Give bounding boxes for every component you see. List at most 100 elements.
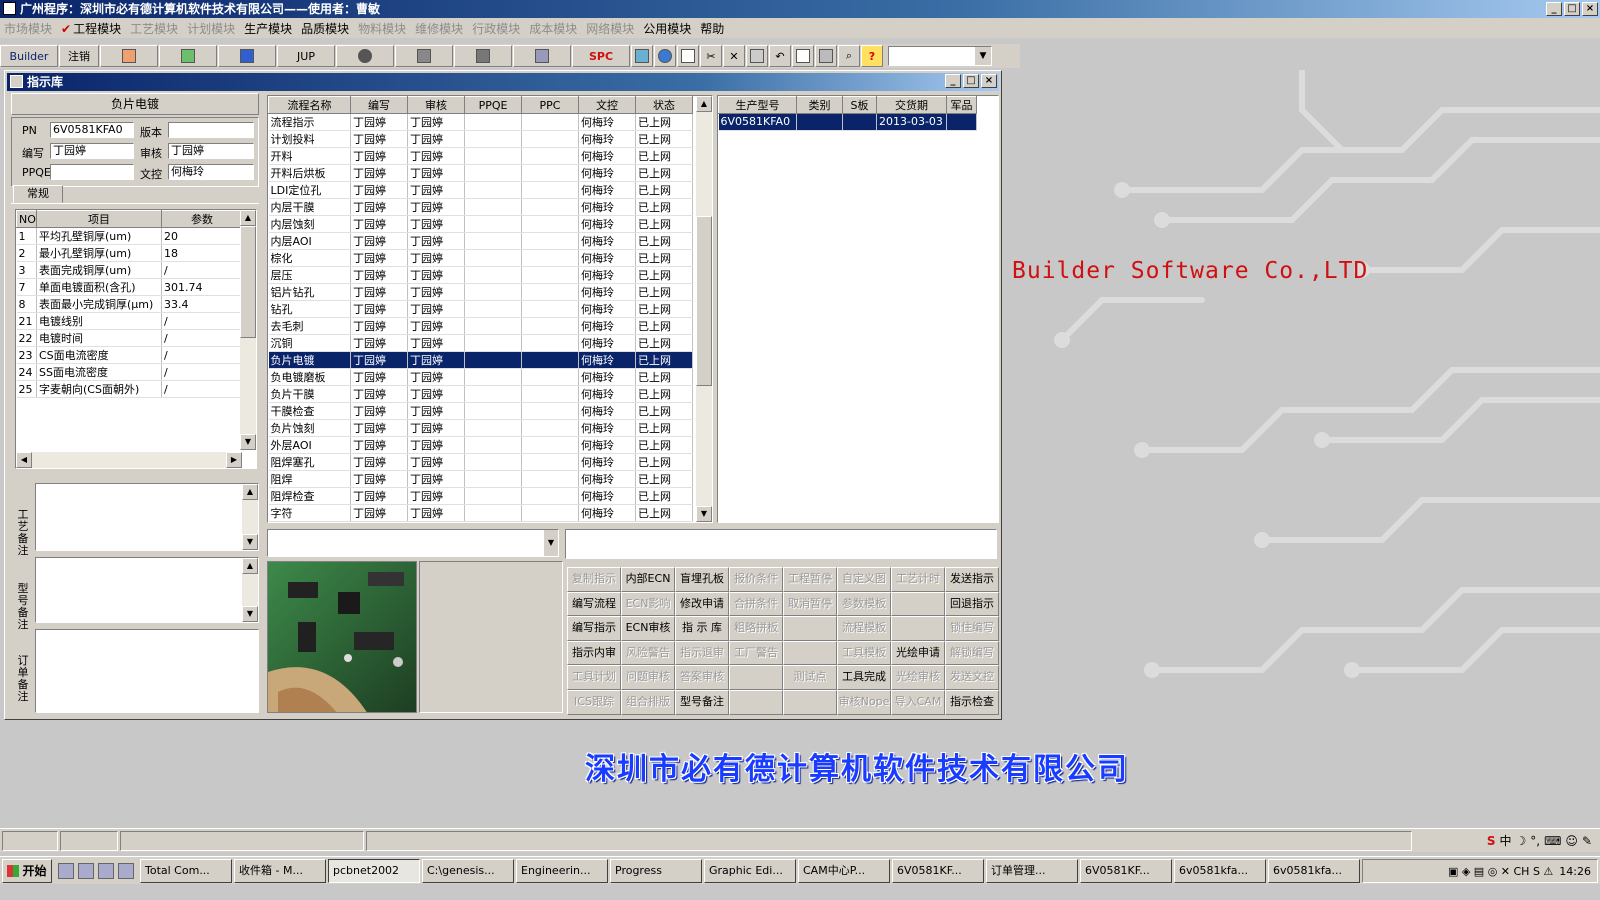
taskbar-button[interactable]: Progress xyxy=(610,858,702,883)
menu-item-6[interactable]: 物料模块 xyxy=(358,20,415,37)
order-remark-box[interactable] xyxy=(35,629,259,713)
process-row[interactable]: 负片电镀 丁园婷 丁园婷 何梅玲 已上网 xyxy=(268,351,693,369)
menu-item-7[interactable]: 维修模块 xyxy=(415,20,472,37)
action-button[interactable]: ECN审核 xyxy=(621,616,675,641)
model-column-header[interactable]: 交货期 xyxy=(876,96,947,114)
child-maximize-button[interactable]: □ xyxy=(963,74,979,88)
process-row[interactable]: 棕化 丁园婷 丁园婷 何梅玲 已上网 xyxy=(268,249,693,267)
desktop-icon[interactable] xyxy=(98,862,114,879)
action-button[interactable]: ECN影响 xyxy=(621,591,675,617)
tab-general[interactable]: 常规 xyxy=(13,185,63,203)
minimize-button[interactable]: _ xyxy=(1546,2,1562,16)
doc-control-field[interactable]: 何梅玲 xyxy=(168,164,254,180)
action-button[interactable]: 取消暂停 xyxy=(783,591,837,617)
version-field[interactable] xyxy=(168,122,254,138)
param-row[interactable]: 25 字麦朝向(CS面朝外) / xyxy=(16,380,243,398)
logout-button[interactable]: 注销 xyxy=(59,45,99,67)
menu-item-8[interactable]: 行政模块 xyxy=(472,20,529,37)
action-button[interactable]: ICS跟踪 xyxy=(567,689,621,715)
empty-button[interactable] xyxy=(891,616,945,641)
model-column-header[interactable]: 军品 xyxy=(946,96,977,114)
model-row[interactable]: 6V0581KFA0 2013-03-03 xyxy=(718,113,977,131)
param-row[interactable]: 21 电镀线别 / xyxy=(16,312,243,330)
action-button[interactable]: 编写指示 xyxy=(567,616,621,641)
process-row[interactable]: 字符 丁园婷 丁园婷 何梅玲 已上网 xyxy=(268,504,693,522)
chevron-down-icon[interactable]: ▼ xyxy=(975,47,991,65)
scroll-up-arrow-icon[interactable]: ▲ xyxy=(696,96,712,112)
action-button[interactable]: 盲埋孔板 xyxy=(675,567,729,592)
remark-scrollbar[interactable]: ▲ ▼ xyxy=(242,484,258,550)
process-row[interactable]: 层压 丁园婷 丁园婷 何梅玲 已上网 xyxy=(268,266,693,284)
process-row[interactable]: 阻焊塞孔 丁园婷 丁园婷 何梅玲 已上网 xyxy=(268,453,693,471)
remark-scrollbar[interactable]: ▲ ▼ xyxy=(242,558,258,622)
action-button[interactable]: 发送指示 xyxy=(945,567,999,592)
scroll-thumb[interactable] xyxy=(240,226,256,338)
cut-button[interactable]: ✂ xyxy=(700,45,722,67)
process-column-header[interactable]: 流程名称 xyxy=(268,96,351,114)
action-button[interactable]: 组合排版 xyxy=(621,689,675,715)
start-button[interactable]: 开始 xyxy=(2,858,52,883)
menu-item-12[interactable]: 帮助 xyxy=(700,20,733,37)
word-button[interactable] xyxy=(218,45,276,67)
taskbar-button[interactable]: C:\genesis... xyxy=(422,858,514,883)
action-button[interactable]: 光绘申请 xyxy=(891,640,945,666)
save-button[interactable] xyxy=(746,45,768,67)
action-button[interactable]: 光绘审核 xyxy=(891,665,945,690)
action-button[interactable]: 自定义图 xyxy=(837,567,891,592)
action-button[interactable]: 工具模板 xyxy=(837,640,891,666)
excel-button[interactable] xyxy=(159,45,217,67)
taskbar-button[interactable]: Graphic Edi... xyxy=(704,858,796,883)
process-filter-combo[interactable]: ▼ xyxy=(267,529,559,557)
author-field[interactable]: 丁园婷 xyxy=(50,143,134,159)
print-button[interactable] xyxy=(815,45,837,67)
scroll-down-arrow-icon[interactable]: ▼ xyxy=(240,434,256,450)
empty-button[interactable] xyxy=(783,640,837,666)
user-icon[interactable]: ☺ xyxy=(1565,834,1578,848)
action-button[interactable]: 工艺计时 xyxy=(891,567,945,592)
action-button[interactable]: 工具计划 xyxy=(567,665,621,690)
taskbar-button[interactable]: pcbnet2002 xyxy=(328,858,420,883)
process-vertical-scrollbar[interactable]: ▲ ▼ xyxy=(696,96,712,522)
process-column-header[interactable]: 状态 xyxy=(635,96,693,114)
process-row[interactable]: 沉铜 丁园婷 丁园婷 何梅玲 已上网 xyxy=(268,334,693,352)
menu-item-1[interactable]: ✔ 工程模块 xyxy=(61,20,130,37)
action-button[interactable]: 粗略拼板 xyxy=(729,616,783,641)
reviewer-field[interactable]: 丁园婷 xyxy=(168,143,254,159)
action-button[interactable]: 指示内审 xyxy=(567,640,621,666)
spc-button[interactable]: SPC xyxy=(572,45,630,67)
scroll-thumb[interactable] xyxy=(696,216,712,386)
model-column-header[interactable]: S板 xyxy=(842,96,877,114)
computer-button[interactable] xyxy=(513,45,571,67)
preview-button[interactable] xyxy=(792,45,814,67)
menu-item-4[interactable]: 生产模块 xyxy=(244,20,301,37)
process-row[interactable]: 负电镀磨板 丁园婷 丁园婷 何梅玲 已上网 xyxy=(268,368,693,386)
database-button[interactable] xyxy=(395,45,453,67)
process-row[interactable]: 计划投料 丁园婷 丁园婷 何梅玲 已上网 xyxy=(268,130,693,148)
ppqe-field[interactable] xyxy=(50,164,134,180)
param-column-header[interactable]: NO xyxy=(16,210,37,228)
find-button[interactable]: ⌕ xyxy=(838,45,860,67)
param-column-header[interactable]: 项目 xyxy=(36,210,162,228)
taskbar-button[interactable]: 6v0581kfa... xyxy=(1268,858,1360,883)
process-row[interactable]: 负片干膜 丁园婷 丁园婷 何梅玲 已上网 xyxy=(268,385,693,403)
process-row[interactable]: 铝片钻孔 丁园婷 丁园婷 何梅玲 已上网 xyxy=(268,283,693,301)
menu-item-2[interactable]: 工艺模块 xyxy=(130,20,187,37)
process-column-header[interactable]: PPQE xyxy=(464,96,522,114)
help-button[interactable]: ? xyxy=(861,45,883,67)
process-row[interactable]: 内层干膜 丁园婷 丁园婷 何梅玲 已上网 xyxy=(268,198,693,216)
process-column-header[interactable]: 审核 xyxy=(407,96,465,114)
action-button[interactable]: 流程模板 xyxy=(837,616,891,641)
scroll-up-arrow-icon[interactable]: ▲ xyxy=(242,484,258,500)
param-row[interactable]: 8 表面最小完成铜厚(μm) 33.4 xyxy=(16,295,243,313)
action-button[interactable]: 复制指示 xyxy=(567,567,621,592)
action-button[interactable]: 报价条件 xyxy=(729,567,783,592)
action-button[interactable]: 指示检查 xyxy=(945,689,999,715)
builder-button[interactable]: Builder xyxy=(0,45,58,67)
action-button[interactable]: 问题审核 xyxy=(621,665,675,690)
model-remark-box[interactable]: ▲ ▼ xyxy=(35,557,259,623)
scroll-down-arrow-icon[interactable]: ▼ xyxy=(696,506,712,522)
action-button[interactable]: 修改申请 xyxy=(675,591,729,617)
scroll-down-arrow-icon[interactable]: ▼ xyxy=(242,534,258,550)
action-button[interactable]: 指 示 库 xyxy=(675,616,729,641)
chevron-down-icon[interactable]: ▼ xyxy=(544,530,558,556)
